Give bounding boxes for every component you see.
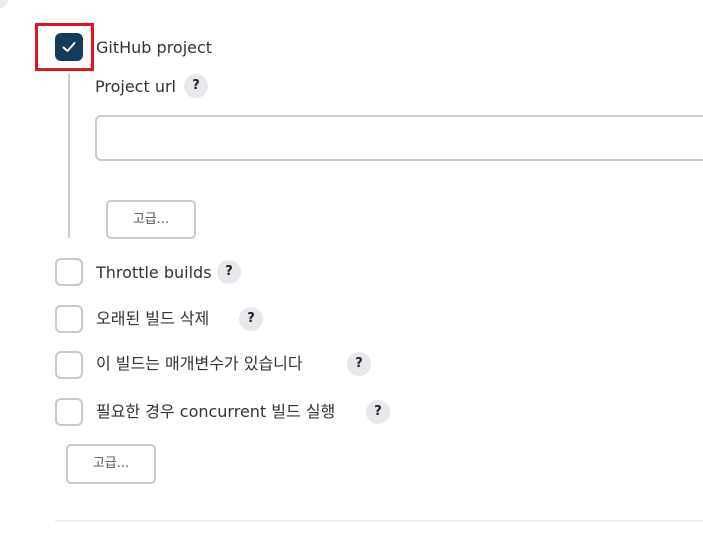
github-project-label[interactable]: GitHub project [96, 38, 212, 58]
discard-old-builds-help-icon[interactable]: ? [239, 307, 263, 331]
github-advanced-button[interactable]: 고급... [106, 200, 196, 239]
nested-section-line [68, 73, 70, 238]
parameterized-build-help-icon[interactable]: ? [347, 352, 371, 376]
discard-old-builds-checkbox[interactable] [55, 305, 83, 333]
discard-old-builds-label[interactable]: 오래된 빌드 삭제 [96, 309, 209, 329]
throttle-builds-checkbox[interactable] [55, 258, 83, 286]
parameterized-build-label[interactable]: 이 빌드는 매개변수가 있습니다 [96, 354, 303, 374]
section-divider [55, 520, 703, 522]
highlight-annotation [35, 23, 94, 71]
project-url-input[interactable] [95, 115, 703, 161]
throttle-builds-label[interactable]: Throttle builds [96, 263, 212, 283]
page: GitHub project Project url ? 고급... Throt… [0, 0, 703, 548]
corner-dot [0, 0, 8, 8]
concurrent-builds-checkbox[interactable] [55, 398, 83, 426]
throttle-builds-help-icon[interactable]: ? [217, 260, 241, 284]
concurrent-builds-help-icon[interactable]: ? [366, 400, 390, 424]
concurrent-builds-label[interactable]: 필요한 경우 concurrent 빌드 실행 [96, 402, 335, 422]
parameterized-build-checkbox[interactable] [55, 351, 83, 379]
project-url-label: Project url [95, 77, 176, 96]
project-url-help-icon[interactable]: ? [184, 74, 208, 98]
advanced-button[interactable]: 고급... [66, 444, 156, 484]
